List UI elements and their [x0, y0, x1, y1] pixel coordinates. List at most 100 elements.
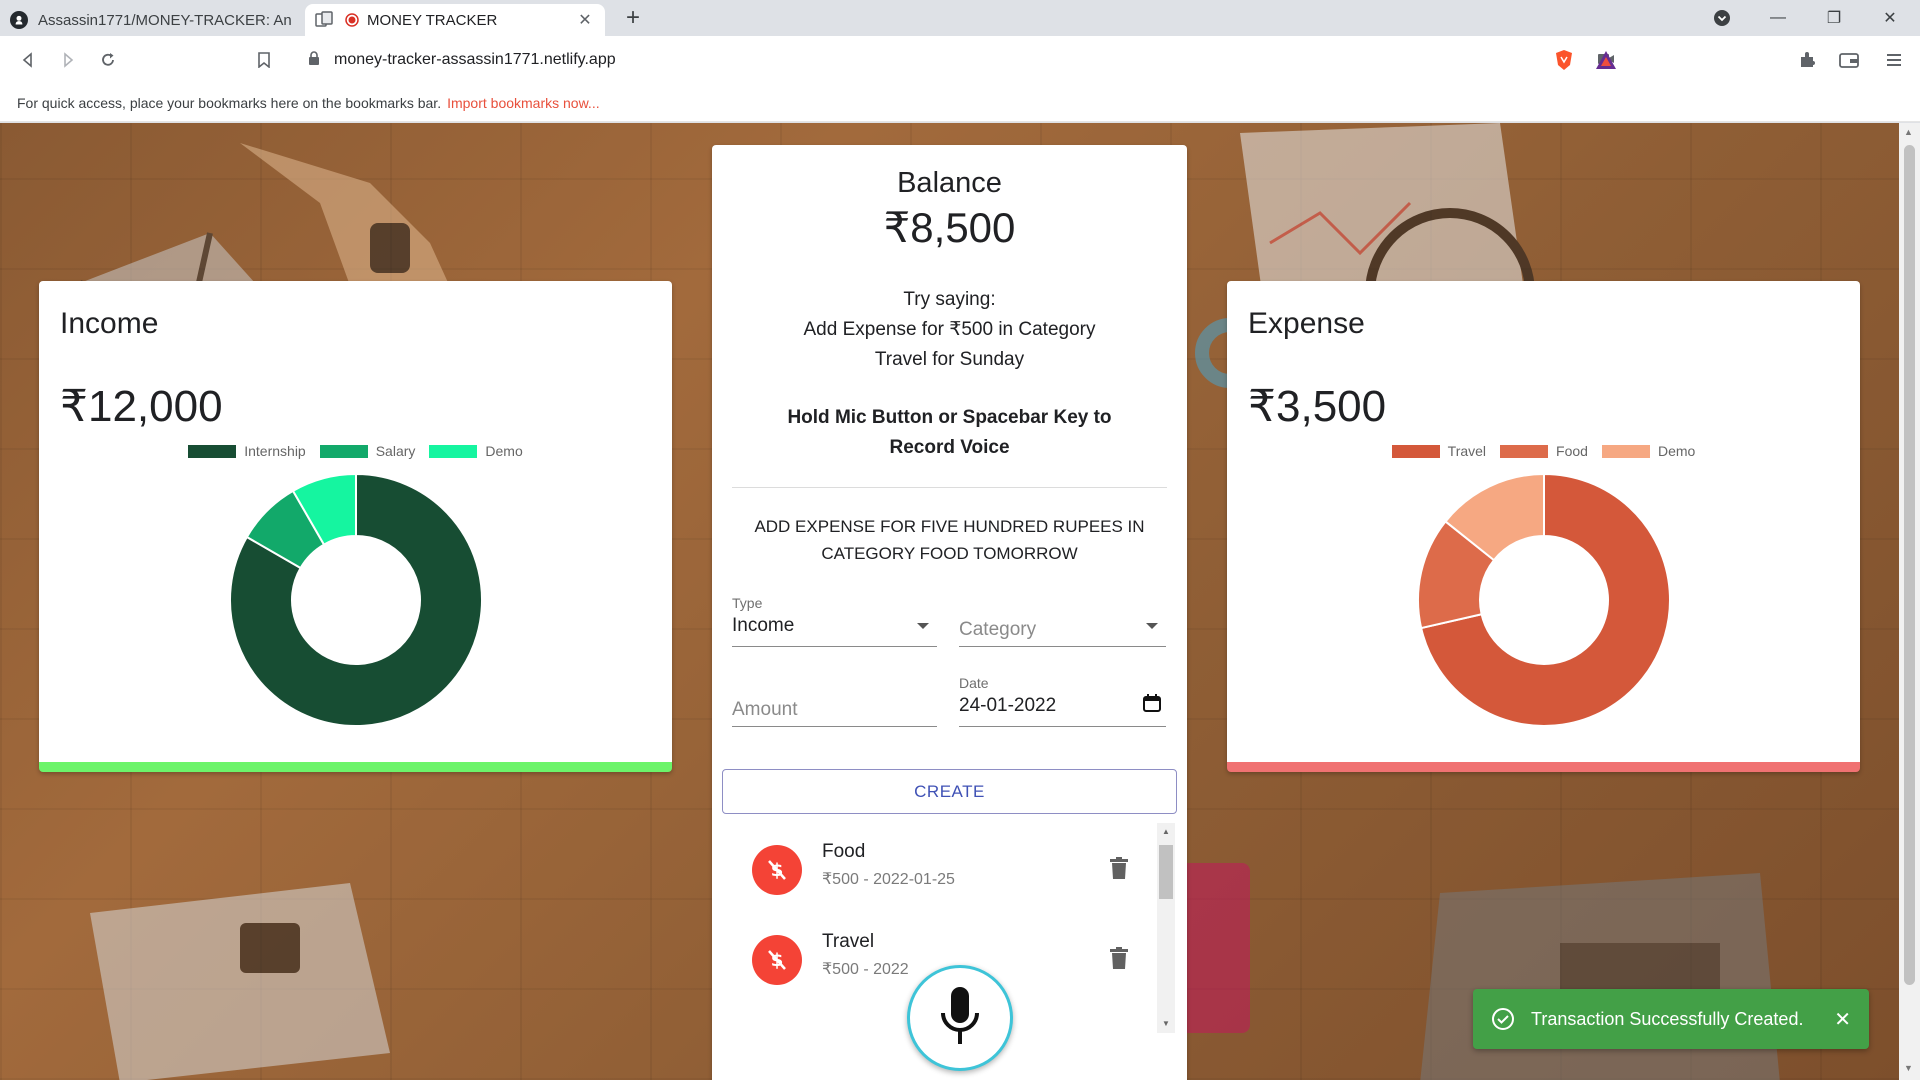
expense-card: Expense ₹3,500 Travel Food Demo [1227, 281, 1860, 772]
date-label: Date [959, 675, 989, 691]
divider [732, 487, 1167, 488]
income-title: Income [60, 307, 159, 340]
brave-shield-icon[interactable] [1550, 46, 1578, 74]
transaction-name: Travel [822, 931, 875, 952]
calendar-icon[interactable] [1142, 693, 1162, 718]
legend-label: Demo [485, 443, 523, 459]
amount-field[interactable]: Amount [732, 675, 937, 727]
category-placeholder: Category [959, 619, 1037, 640]
import-bookmarks-link[interactable]: Import bookmarks now... [447, 95, 600, 111]
restore-button[interactable]: ❐ [1806, 0, 1862, 36]
list-scroll-down[interactable]: ▼ [1162, 1019, 1170, 1028]
forward-button[interactable] [52, 44, 84, 76]
address-bar[interactable]: money-tracker-assassin1771.netlify.app [292, 42, 1628, 78]
scroll-down-arrow[interactable]: ▼ [1904, 1063, 1913, 1073]
legend-swatch [429, 444, 478, 458]
transaction-detail: ₹500 - 2022-01-25 [822, 871, 955, 888]
tab-title: MONEY TRACKER [367, 11, 498, 29]
date-value: 24-01-2022 [959, 695, 1057, 716]
income-legend-item[interactable]: Demo [429, 443, 523, 459]
bookmark-icon[interactable] [248, 44, 280, 76]
category-select[interactable]: Category [959, 595, 1166, 647]
balance-title: Balance [897, 167, 1002, 199]
transaction-name: Food [822, 841, 866, 862]
legend-swatch [188, 444, 237, 458]
tab-strip: Assassin1771/MONEY-TRACKER: An a MONEY T… [0, 0, 1920, 36]
create-button[interactable]: CREATE [722, 769, 1177, 814]
amount-placeholder: Amount [732, 699, 798, 720]
legend-swatch [1500, 444, 1549, 458]
hint-line: Travel for Sunday [874, 349, 1025, 370]
list-item: $ Food ₹500 - 2022-01-25 [722, 823, 1142, 913]
lock-icon [308, 50, 320, 70]
bookmarks-bar: For quick access, place your bookmarks h… [0, 84, 1920, 122]
tab-money-tracker[interactable]: MONEY TRACKER ✕ [305, 4, 605, 36]
expense-donut-chart [1417, 473, 1671, 727]
menu-icon[interactable] [1880, 46, 1908, 74]
voice-hint: Try saying: Add Expense for ₹500 in Cate… [712, 285, 1187, 375]
close-tab-icon[interactable]: ✕ [575, 10, 595, 30]
newspaper-illustration [90, 883, 390, 1080]
date-field[interactable]: Date 24-01-2022 [959, 675, 1166, 727]
expense-legend-item[interactable]: Food [1500, 443, 1588, 459]
chevron-down-icon [1146, 623, 1158, 629]
minimize-button[interactable]: — [1750, 0, 1806, 36]
github-icon [10, 11, 28, 29]
type-value: Income [732, 615, 795, 636]
money-off-icon: $ [752, 845, 802, 895]
money-off-icon: $ [752, 935, 802, 985]
tab-search-icon[interactable] [1694, 0, 1750, 36]
reload-button[interactable] [92, 44, 124, 76]
legend-label: Salary [375, 443, 416, 459]
legend-label: Food [1556, 443, 1588, 459]
tab-github[interactable]: Assassin1771/MONEY-TRACKER: An a [0, 4, 305, 36]
legend-swatch [1391, 444, 1440, 458]
delete-icon[interactable] [1110, 947, 1128, 974]
list-scrollbar[interactable]: ▲ ▼ [1157, 823, 1175, 1033]
type-select[interactable]: Type Income [732, 595, 937, 647]
recording-icon [343, 11, 361, 29]
hold-mic-instruction: Hold Mic Button or Spacebar Key to Recor… [787, 407, 1112, 458]
close-window-button[interactable]: ✕ [1862, 0, 1918, 36]
delete-icon[interactable] [1110, 857, 1128, 884]
expense-amount: ₹3,500 [1248, 382, 1387, 431]
new-tab-button[interactable]: + [618, 4, 648, 34]
toast-message: Transaction Successfully Created. [1531, 1008, 1804, 1029]
legend-label: Travel [1447, 443, 1487, 459]
expense-legend-item[interactable]: Travel [1391, 443, 1487, 459]
speech-transcript: ADD EXPENSE FOR FIVE HUNDRED RUPEES IN C… [754, 517, 1145, 563]
scroll-up-arrow[interactable]: ▲ [1904, 127, 1913, 137]
hint-line: Try saying: [903, 289, 996, 310]
mic-button[interactable] [907, 965, 1013, 1071]
income-legend-item[interactable]: Salary [319, 443, 416, 459]
hint-line: Add Expense for ₹500 in Category [803, 319, 1096, 340]
legend-label: Demo [1657, 443, 1696, 459]
income-legend-item[interactable]: Internship [188, 443, 306, 459]
close-icon[interactable]: ✕ [1834, 1007, 1851, 1032]
balance-card: Balance ₹8,500 Try saying: Add Expense f… [712, 145, 1187, 1080]
list-scroll-thumb[interactable] [1159, 845, 1173, 899]
legend-swatch [319, 444, 368, 458]
bookmarks-message: For quick access, place your bookmarks h… [17, 94, 442, 111]
translate-icon [315, 11, 333, 29]
back-button[interactable] [12, 44, 44, 76]
check-circle-icon [1491, 1007, 1515, 1031]
brave-rewards-icon[interactable] [1592, 46, 1620, 74]
income-card: Income ₹12,000 Internship Salary Demo [39, 281, 672, 772]
expense-legend-item[interactable]: Demo [1601, 443, 1696, 459]
list-scroll-up[interactable]: ▲ [1162, 827, 1170, 836]
income-amount: ₹12,000 [60, 382, 223, 431]
income-chart-legend: Internship Salary Demo [39, 443, 672, 459]
page-scrollbar[interactable]: ▲ ▼ [1899, 123, 1920, 1080]
tab-title: Assassin1771/MONEY-TRACKER: An a [38, 11, 295, 29]
wallet-icon[interactable] [1835, 46, 1863, 74]
transaction-detail: ₹500 - 2022 [822, 961, 909, 978]
type-label: Type [732, 595, 763, 611]
scroll-thumb[interactable] [1904, 145, 1915, 985]
extensions-icon[interactable] [1793, 46, 1821, 74]
expense-title: Expense [1248, 307, 1365, 340]
expense-chart-legend: Travel Food Demo [1227, 443, 1860, 459]
legend-label: Internship [244, 443, 306, 459]
legend-swatch [1601, 444, 1650, 458]
microphone-icon [941, 987, 979, 1044]
